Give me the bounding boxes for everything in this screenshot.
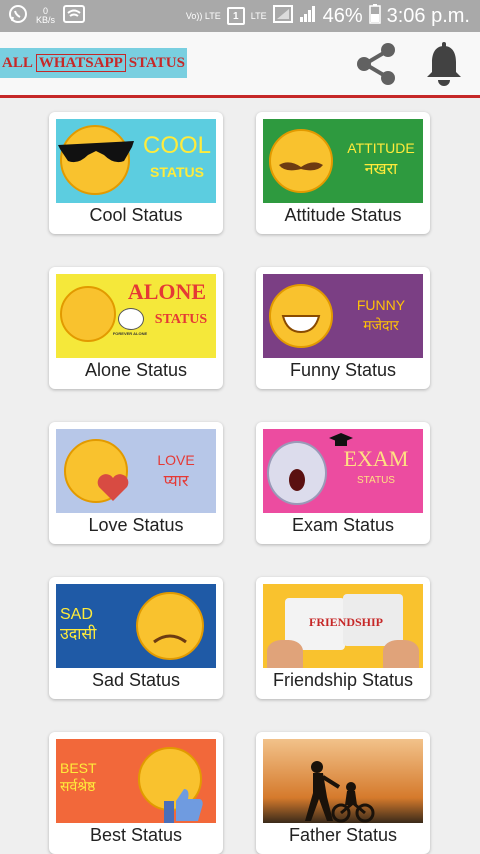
shocked-mouth-icon bbox=[289, 469, 305, 491]
category-card-cool[interactable]: COOL STATUS Cool Status bbox=[49, 112, 223, 234]
alone-thumb-subtitle: STATUS bbox=[154, 312, 208, 327]
friendship-thumb-title: FRIENDSHIP bbox=[308, 615, 383, 629]
category-card-alone[interactable]: ALONE STATUS FOREVER ALONE Alone Status bbox=[49, 267, 223, 389]
category-label: Father Status bbox=[288, 825, 398, 845]
bell-icon bbox=[427, 42, 461, 86]
app-bar: ALL WHATSAPP STATUS bbox=[0, 32, 480, 98]
father-thumbnail bbox=[263, 739, 423, 823]
wifi-icon bbox=[63, 4, 86, 28]
signal-bars-icon bbox=[299, 5, 317, 28]
category-label: Attitude Status bbox=[284, 205, 402, 225]
app-logo: ALL WHATSAPP STATUS bbox=[0, 48, 187, 78]
funny-thumb-title: FUNNY bbox=[356, 297, 406, 313]
network-speed: 0 KB/s bbox=[36, 7, 55, 25]
category-label: Friendship Status bbox=[272, 670, 414, 690]
category-label: Funny Status bbox=[289, 360, 397, 380]
logo-text-middle: WHATSAPP bbox=[35, 53, 126, 72]
logo-text-right: STATUS bbox=[128, 54, 185, 71]
frown-icon bbox=[153, 634, 187, 644]
signal-strength-icon bbox=[272, 4, 293, 28]
share-button[interactable] bbox=[352, 40, 400, 88]
sad-emoji-icon bbox=[136, 592, 204, 660]
right-hand-icon bbox=[383, 640, 419, 668]
attitude-thumbnail: ATTITUDE नखरा bbox=[263, 119, 423, 203]
forever-alone-face-icon bbox=[118, 308, 144, 330]
sad-thumb-title: SAD bbox=[60, 606, 93, 623]
left-hand-icon bbox=[267, 640, 303, 668]
thumbs-up-icon bbox=[164, 789, 203, 823]
sim-one-icon: 1 bbox=[226, 7, 245, 25]
sunglasses-icon bbox=[58, 141, 134, 163]
volte-indicator: Vo)) LTE bbox=[185, 10, 221, 21]
category-card-exam[interactable]: EXAM STATUS Exam Status bbox=[256, 422, 430, 544]
category-label: Sad Status bbox=[91, 670, 181, 690]
cool-thumb-subtitle: STATUS bbox=[150, 164, 204, 180]
exam-thumbnail: EXAM STATUS bbox=[263, 429, 423, 513]
sad-thumb-subtitle: उदासी bbox=[60, 626, 97, 643]
whatsapp-notification-icon bbox=[8, 4, 28, 29]
clock: 3:06 p.m. bbox=[386, 4, 470, 27]
best-thumb-title: BEST bbox=[60, 760, 97, 776]
category-label: Best Status bbox=[89, 825, 183, 845]
alone-emoji-icon bbox=[60, 286, 116, 342]
friendship-thumbnail: FRIENDSHIP bbox=[263, 584, 423, 668]
funny-thumbnail: FUNNY मजेदार bbox=[263, 274, 423, 358]
best-thumb-subtitle: सर्वश्रेष्ठ bbox=[60, 778, 96, 794]
love-thumb-title: LOVE bbox=[157, 452, 195, 468]
logo-text: ALL WHATSAPP STATUS bbox=[2, 53, 185, 72]
love-thumbnail: LOVE प्यार bbox=[56, 429, 216, 513]
alone-thumbnail: ALONE STATUS FOREVER ALONE bbox=[56, 274, 216, 358]
category-label: Love Status bbox=[88, 515, 184, 535]
category-card-best[interactable]: BEST सर्वश्रेष्ठ Best Status bbox=[49, 732, 223, 854]
attitude-thumb-title: ATTITUDE bbox=[347, 140, 415, 156]
best-thumbnail: BEST सर्वश्रेष्ठ bbox=[56, 739, 216, 823]
exam-thumb-subtitle: STATUS bbox=[357, 475, 395, 486]
alone-thumb-title: ALONE bbox=[127, 279, 207, 304]
father-child-silhouette-icon bbox=[305, 761, 375, 823]
battery-icon bbox=[368, 3, 381, 29]
lte-indicator: LTE bbox=[250, 10, 267, 21]
attitude-thumb-subtitle: नखरा bbox=[364, 161, 398, 178]
mustache-icon bbox=[279, 162, 323, 171]
category-card-funny[interactable]: FUNNY मजेदार Funny Status bbox=[256, 267, 430, 389]
category-card-attitude[interactable]: ATTITUDE नखरा Attitude Status bbox=[256, 112, 430, 234]
category-card-sad[interactable]: SAD उदासी Sad Status bbox=[49, 577, 223, 699]
funny-thumb-subtitle: मजेदार bbox=[363, 317, 399, 333]
status-bar: 0 KB/s Vo)) LTE 1 LTE 46% 3:06 p.m. bbox=[0, 0, 480, 32]
category-card-father[interactable]: Father Status bbox=[256, 732, 430, 854]
logo-text-left: ALL bbox=[2, 54, 33, 71]
cool-thumb-title: COOL bbox=[142, 132, 211, 159]
cool-thumbnail: COOL STATUS bbox=[56, 119, 216, 203]
love-thumb-subtitle: प्यार bbox=[163, 473, 189, 490]
category-card-love[interactable]: LOVE प्यार Love Status bbox=[49, 422, 223, 544]
heart-icon bbox=[97, 474, 129, 501]
alone-thumb-caption: FOREVER ALONE bbox=[112, 331, 148, 336]
category-label: Exam Status bbox=[291, 515, 395, 535]
network-speed-unit: KB/s bbox=[36, 15, 56, 25]
laughing-mouth-icon bbox=[281, 315, 321, 334]
category-card-friendship[interactable]: FRIENDSHIP Friendship Status bbox=[256, 577, 430, 699]
category-label: Cool Status bbox=[89, 205, 183, 225]
category-label: Alone Status bbox=[84, 360, 188, 380]
share-icon bbox=[357, 43, 395, 85]
battery-percent: 46% bbox=[322, 4, 363, 27]
sad-thumbnail: SAD उदासी bbox=[56, 584, 216, 668]
exam-thumb-title: EXAM bbox=[343, 446, 409, 471]
notification-button[interactable] bbox=[420, 40, 468, 88]
